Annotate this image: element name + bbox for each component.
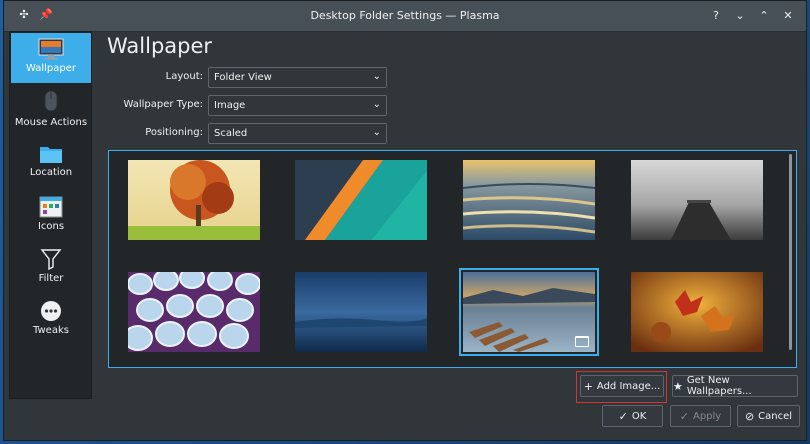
add-image-label: Add Image... xyxy=(596,380,661,392)
wallpaper-type-row: Wallpaper Type: Image ⌄ xyxy=(100,95,400,117)
cancel-label: Cancel xyxy=(758,410,793,422)
page-title: Wallpaper xyxy=(107,34,213,58)
mouse-icon xyxy=(44,90,58,112)
wallpaper-type-value: Image xyxy=(214,100,246,111)
sidebar-item-wallpaper[interactable]: Wallpaper xyxy=(11,33,91,83)
positioning-combo[interactable]: Scaled ⌄ xyxy=(208,123,387,144)
star-icon: ★ xyxy=(673,379,683,393)
ok-label: OK xyxy=(631,410,647,422)
icons-icon xyxy=(39,196,63,218)
minimize-icon[interactable]: ⌄ xyxy=(732,8,748,24)
get-new-label: Get New Wallpapers... xyxy=(686,375,752,397)
wallpaper-thumb-boats-lake[interactable] xyxy=(459,268,599,356)
wallpaper-thumb-misty-blue[interactable] xyxy=(295,272,427,352)
tweaks-icon xyxy=(41,301,61,321)
layout-label: Layout: xyxy=(165,71,203,82)
title-bar: ✣ 📌 Desktop Folder Settings — Plasma ? ⌄… xyxy=(4,1,806,32)
cancel-icon: ⊘ xyxy=(744,409,755,423)
wallpaper-type-label: Wallpaper Type: xyxy=(123,99,203,110)
help-icon[interactable]: ? xyxy=(708,8,724,24)
filter-icon xyxy=(40,249,62,270)
sidebar-item-icons[interactable]: Icons xyxy=(11,196,91,240)
sidebar-item-filter[interactable]: Filter xyxy=(11,248,91,292)
chevron-down-icon: ⌄ xyxy=(372,71,381,82)
folder-icon[interactable] xyxy=(575,336,589,347)
positioning-row: Positioning: Scaled ⌄ xyxy=(100,123,400,145)
layout-combo[interactable]: Folder View ⌄ xyxy=(208,67,387,88)
get-new-wallpapers-button[interactable]: ★ Get New Wallpapers... xyxy=(672,375,798,397)
check-icon: ✓ xyxy=(618,409,628,423)
add-image-button[interactable]: + Add Image... xyxy=(580,375,664,397)
wallpaper-thumb-blue-cups[interactable] xyxy=(128,272,260,352)
sidebar-item-mouse-actions[interactable]: Mouse Actions xyxy=(11,90,91,134)
close-icon[interactable]: ✕ xyxy=(780,8,796,24)
layout-row: Layout: Folder View ⌄ xyxy=(100,67,400,89)
apply-label: Apply xyxy=(692,410,722,422)
layout-value: Folder View xyxy=(214,72,272,83)
sidebar-item-label: Mouse Actions xyxy=(14,117,88,128)
grid-scrollbar[interactable] xyxy=(789,154,792,350)
sidebar-item-label: Filter xyxy=(38,273,64,284)
folder-icon xyxy=(40,147,62,163)
sidebar-item-label: Icons xyxy=(37,221,65,232)
monitor-icon xyxy=(38,38,64,60)
ok-button[interactable]: ✓ OK xyxy=(602,405,663,427)
chevron-down-icon: ⌄ xyxy=(372,127,381,138)
wallpaper-thumb-lake-sunset[interactable] xyxy=(463,160,595,240)
window-title: Desktop Folder Settings — Plasma xyxy=(310,9,500,22)
positioning-label: Positioning: xyxy=(145,127,203,138)
sidebar-item-label: Wallpaper xyxy=(25,63,77,74)
check-icon: ✓ xyxy=(679,409,689,423)
plus-icon: + xyxy=(583,379,593,393)
cancel-button[interactable]: ⊘ Cancel xyxy=(737,405,800,427)
wallpaper-type-combo[interactable]: Image ⌄ xyxy=(208,95,387,116)
sidebar-item-label: Tweaks xyxy=(33,325,69,336)
sidebar-item-tweaks[interactable]: Tweaks xyxy=(11,300,91,344)
wallpaper-thumb-pier-grey[interactable] xyxy=(631,160,763,240)
sidebar: Wallpaper Mouse Actions Location Icons F… xyxy=(9,31,92,399)
chevron-down-icon: ⌄ xyxy=(372,99,381,110)
wallpaper-thumb-autumn-tree[interactable] xyxy=(128,160,260,240)
maximize-icon[interactable]: ⌃ xyxy=(756,8,772,24)
sidebar-item-label: Location xyxy=(29,167,73,178)
wallpaper-thumb-diagonal-stripes[interactable] xyxy=(295,160,427,240)
positioning-value: Scaled xyxy=(214,128,248,139)
wallpaper-thumb-autumn-leaves[interactable] xyxy=(631,272,763,352)
apply-button[interactable]: ✓ Apply xyxy=(670,405,731,427)
sidebar-item-location[interactable]: Location xyxy=(11,144,91,188)
